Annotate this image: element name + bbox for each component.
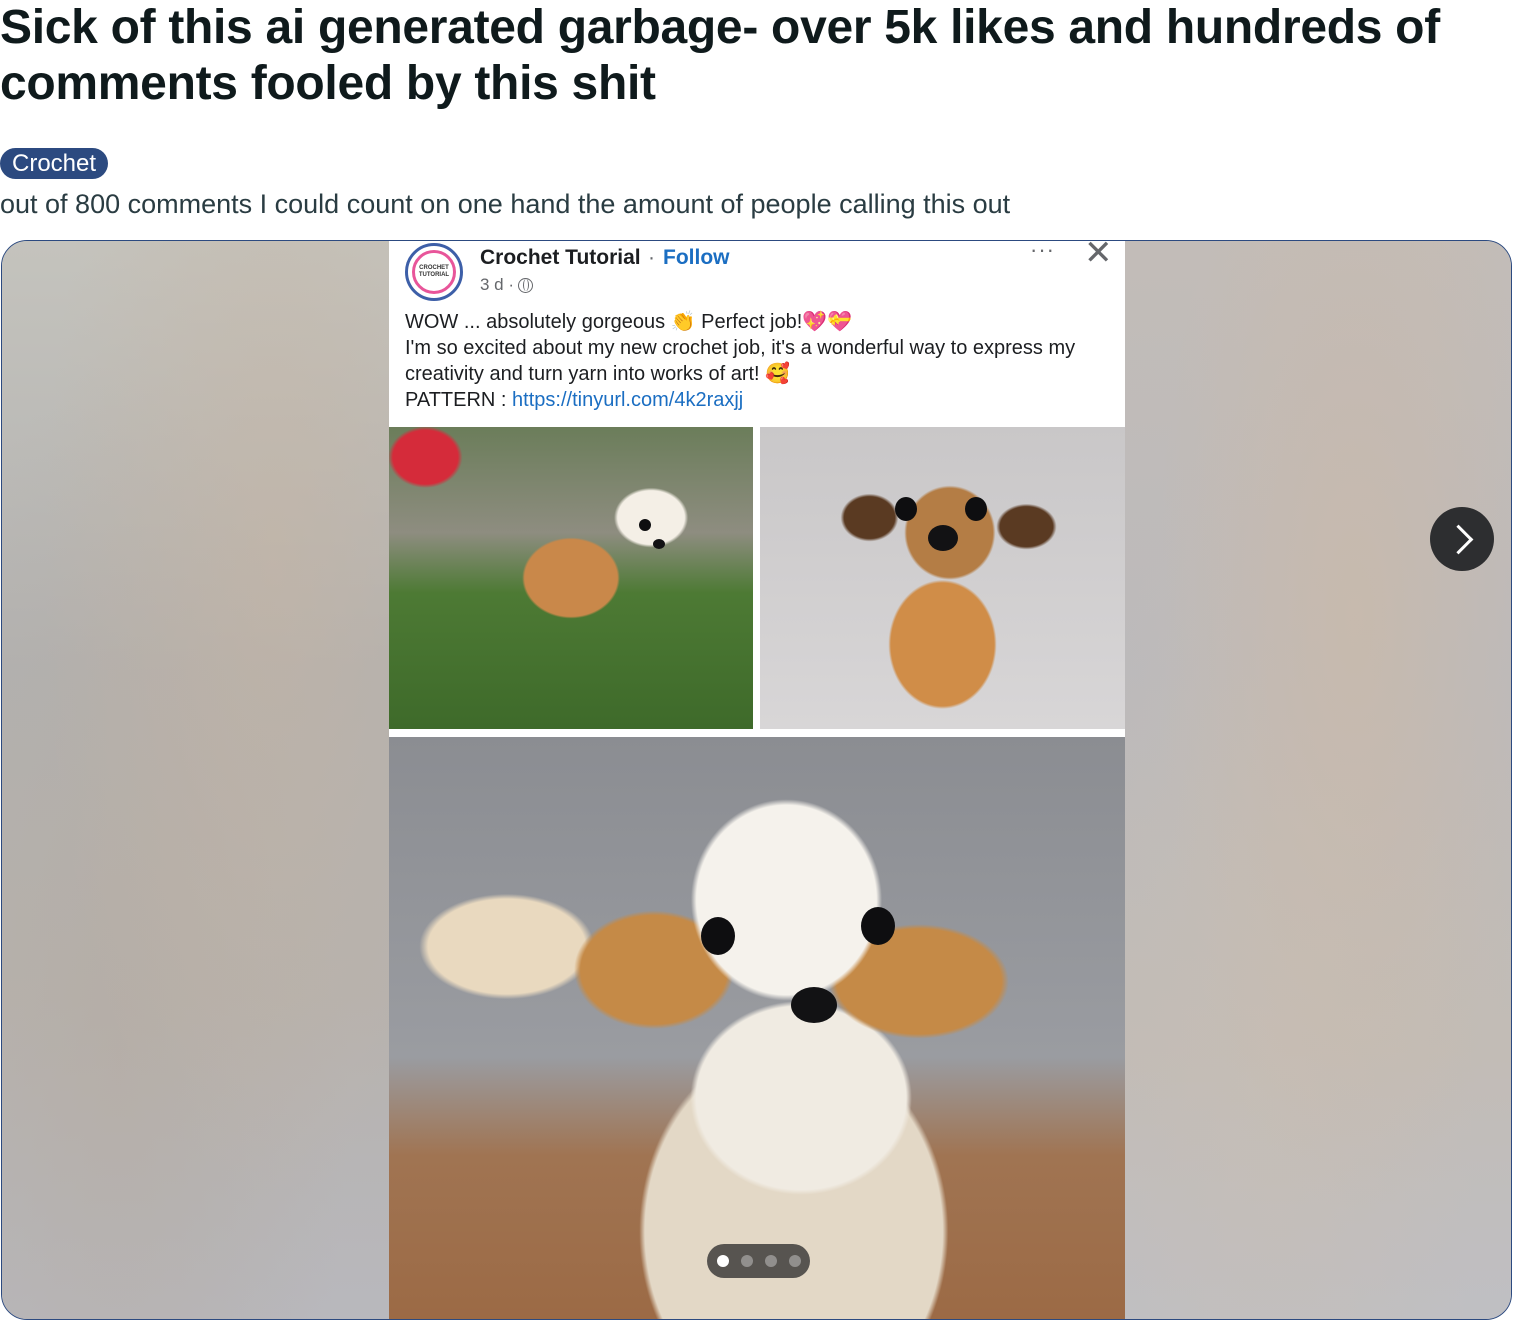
avatar: CROCHET TUTORIAL xyxy=(405,243,463,301)
caption-line2: I'm so excited about my new crochet job,… xyxy=(405,337,1076,385)
chevron-right-icon xyxy=(1443,524,1473,554)
dog-nose xyxy=(928,525,958,551)
avatar-text-line1: CROCHET xyxy=(419,265,449,271)
name-separator: · xyxy=(648,246,655,269)
post-meta: 3 d · xyxy=(480,275,534,295)
image-gallery[interactable]: CROCHET TUTORIAL Crochet Tutorial · Foll… xyxy=(1,240,1512,1320)
post-time: 3 d · xyxy=(480,275,515,294)
dog-nose xyxy=(791,987,837,1023)
avatar-text-line2: TUTORIAL xyxy=(418,272,450,278)
clapping-hands-emoji: 👏 xyxy=(670,311,696,333)
crochet-dog-photo-2 xyxy=(760,427,1125,729)
close-icon: ✕ xyxy=(1084,241,1113,272)
avatar-logo: CROCHET TUTORIAL xyxy=(412,250,456,294)
pattern-label: PATTERN : xyxy=(405,389,507,411)
gallery-blur-background-left xyxy=(2,241,390,1319)
dog-nose xyxy=(653,539,665,549)
flair-badge[interactable]: Crochet xyxy=(0,148,109,179)
dog-eye xyxy=(965,497,987,521)
post-caption: WOW ... absolutely gorgeous 👏 Perfect jo… xyxy=(405,309,1115,413)
gallery-pagination xyxy=(707,1244,810,1278)
follow-link: Follow xyxy=(663,246,730,269)
dog-eye xyxy=(701,917,735,955)
post-title[interactable]: Sick of this ai generated garbage- over … xyxy=(0,0,1500,112)
post-body: out of 800 comments I could count on one… xyxy=(0,189,1011,219)
dog-eye xyxy=(895,497,917,521)
page-name: Crochet Tutorial xyxy=(480,246,641,269)
embedded-post-header: CROCHET TUTORIAL Crochet Tutorial · Foll… xyxy=(389,241,1125,427)
gallery-blur-background-right xyxy=(1121,241,1511,1319)
pagination-dot-active[interactable] xyxy=(716,1255,729,1267)
caption-line1: WOW ... absolutely gorgeous xyxy=(405,311,666,333)
caption-line1b: Perfect job! xyxy=(701,311,803,333)
sparkling-heart-emoji: 💖 xyxy=(802,311,828,333)
heart-with-ribbon-emoji: 💝 xyxy=(827,311,853,333)
gallery-next-button[interactable] xyxy=(1430,507,1494,571)
pagination-dot[interactable] xyxy=(788,1255,801,1267)
dog-eye xyxy=(861,907,895,945)
smiling-hearts-emoji: 🥰 xyxy=(765,363,791,385)
pagination-dot[interactable] xyxy=(740,1255,753,1267)
crochet-dog-photo-1 xyxy=(389,427,753,729)
crochet-dog-photo-3 xyxy=(389,737,1125,1319)
more-icon: ··· xyxy=(1030,241,1055,262)
pagination-dot[interactable] xyxy=(764,1255,777,1267)
dog-eye xyxy=(639,519,651,531)
pattern-link: https://tinyurl.com/4k2raxjj xyxy=(512,389,744,411)
gallery-image-facebook-screenshot[interactable]: CROCHET TUTORIAL Crochet Tutorial · Foll… xyxy=(389,241,1125,1319)
globe-icon xyxy=(518,277,534,293)
